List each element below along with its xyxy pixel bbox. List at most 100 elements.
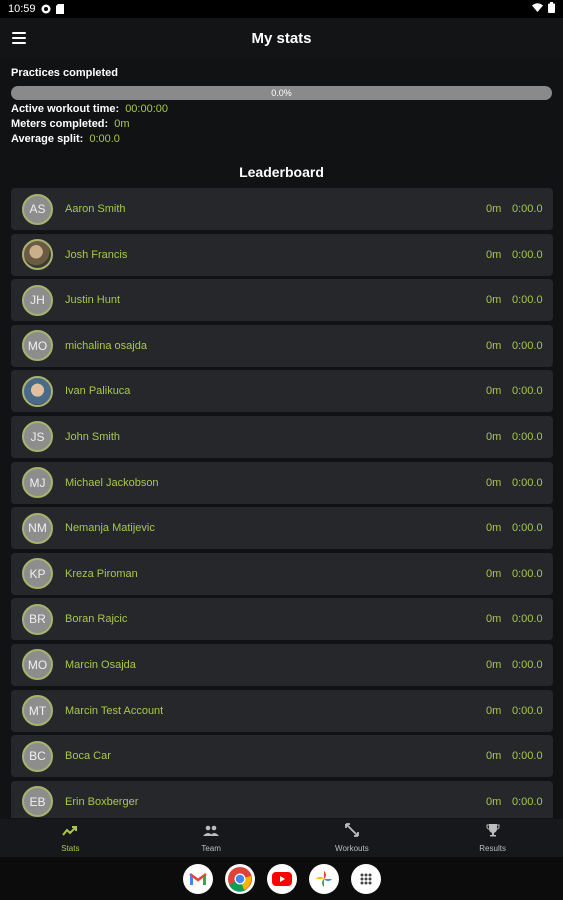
athlete-split: 0:00.0 (512, 750, 543, 763)
athlete-split: 0:00.0 (512, 203, 543, 215)
people-icon (203, 824, 220, 842)
avatar: KP (22, 558, 53, 590)
athlete-meters: 0m (486, 430, 502, 443)
youtube-icon[interactable] (266, 863, 297, 894)
leaderboard-row[interactable]: Josh Francis 0m 0:00.0 (11, 233, 553, 276)
nav-item-team[interactable]: Team (141, 819, 282, 857)
page-title: My stats (251, 29, 312, 47)
athlete-meters: 0m (486, 567, 502, 580)
meters-value: 0m (114, 118, 130, 130)
avg-split-label: Average split: (11, 133, 84, 145)
nav-item-stats[interactable]: Stats (0, 819, 141, 857)
leaderboard-row[interactable]: MO Marcin Osajda 0m 0:00.0 (11, 643, 553, 686)
avatar: EB (22, 786, 53, 818)
leaderboard-row[interactable]: Ivan Palikuca 0m 0:00.0 (11, 370, 553, 413)
chrome-icon[interactable] (224, 863, 255, 894)
athlete-split: 0:00.0 (512, 385, 543, 398)
athlete-name: Marcin Test Account (65, 704, 164, 717)
active-time-stat: Active workout time: 00:00:00 (11, 103, 552, 115)
progress-text: 0.0% (271, 88, 292, 98)
athlete-meters: 0m (486, 658, 502, 671)
athlete-name: Justin Hunt (65, 294, 121, 307)
nav-item-label: Stats (61, 843, 80, 853)
avatar: BR (22, 603, 53, 635)
avatar (22, 375, 53, 407)
avg-split-value: 0:00.0 (89, 133, 120, 145)
bottom-navigation: Stats Team Workouts Results (0, 819, 563, 857)
athlete-name: Erin Boxberger (65, 795, 139, 808)
trophy-icon (486, 823, 500, 842)
active-time-value: 00:00:00 (125, 103, 169, 115)
athlete-split: 0:00.0 (512, 522, 543, 535)
menu-icon[interactable] (12, 29, 30, 47)
avatar: JH (22, 284, 53, 316)
athlete-split: 0:00.0 (512, 339, 543, 352)
nav-item-label: Team (201, 843, 221, 853)
meters-label: Meters completed: (11, 118, 109, 130)
leaderboard-row[interactable]: MO michalina osajda 0m 0:00.0 (11, 324, 553, 367)
status-time: 10:59 (8, 3, 36, 15)
nav-item-workouts[interactable]: Workouts (282, 819, 423, 857)
battery-icon (548, 2, 555, 16)
athlete-split: 0:00.0 (512, 795, 543, 808)
athlete-name: Boran Rajcic (65, 613, 128, 626)
athlete-split: 0:00.0 (512, 567, 543, 580)
wifi-icon (532, 3, 543, 15)
athlete-name: John Smith (65, 430, 121, 443)
system-dock (0, 857, 563, 900)
avatar: MO (22, 649, 53, 681)
practices-label: Practices completed (11, 67, 118, 79)
practices-progress-bar: 0.0% (11, 86, 552, 100)
leaderboard-row[interactable]: BC Boca Car 0m 0:00.0 (11, 735, 553, 778)
meters-stat: Meters completed: 0m (11, 118, 552, 130)
leaderboard-row[interactable]: KP Kreza Piroman 0m 0:00.0 (11, 552, 553, 595)
athlete-meters: 0m (486, 750, 502, 763)
photos-icon[interactable] (308, 863, 339, 894)
athlete-name: Josh Francis (65, 248, 128, 261)
athlete-split: 0:00.0 (512, 476, 543, 489)
avatar (22, 239, 53, 271)
avatar: MJ (22, 467, 53, 499)
nav-item-label: Results (479, 844, 506, 853)
leaderboard-row[interactable]: NM Nemanja Matijevic 0m 0:00.0 (11, 507, 553, 550)
app-drawer-icon[interactable] (350, 863, 381, 894)
athlete-split: 0:00.0 (512, 658, 543, 671)
leaderboard-list[interactable]: AS Aaron Smith 0m 0:00.0 Josh Francis 0m 0:00.… (11, 188, 553, 818)
athlete-split: 0:00.0 (512, 248, 543, 261)
app-bar: My stats (0, 18, 563, 58)
athlete-split: 0:00.0 (512, 704, 543, 717)
athlete-split: 0:00.0 (512, 430, 543, 443)
athlete-meters: 0m (486, 476, 502, 489)
nav-item-results[interactable]: Results (422, 819, 563, 857)
leaderboard-row[interactable]: JS John Smith 0m 0:00.0 (11, 415, 553, 458)
avatar: MO (22, 330, 53, 362)
athlete-name: michalina osajda (65, 339, 147, 352)
stats-summary: Practices completed 0.0% Active workout … (11, 67, 552, 145)
athlete-name: Ivan Palikuca (65, 385, 131, 398)
expand-arrows-icon (344, 823, 359, 842)
leaderboard-row[interactable]: MT Marcin Test Account 0m 0:00.0 (11, 689, 553, 732)
gmail-icon[interactable] (182, 863, 213, 894)
trending-up-icon (62, 824, 78, 842)
athlete-meters: 0m (486, 294, 502, 307)
athlete-meters: 0m (486, 613, 502, 626)
athlete-meters: 0m (486, 339, 502, 352)
leaderboard-row[interactable]: MJ Michael Jackobson 0m 0:00.0 (11, 461, 553, 504)
athlete-meters: 0m (486, 203, 502, 215)
nav-item-label: Workouts (335, 844, 369, 853)
athlete-meters: 0m (486, 522, 502, 535)
leaderboard-row[interactable]: EB Erin Boxberger 0m 0:00.0 (11, 780, 553, 818)
avg-split-stat: Average split: 0:00.0 (11, 133, 552, 145)
leaderboard-row[interactable]: AS Aaron Smith 0m 0:00.0 (11, 188, 553, 230)
status-bar: 10:59 (0, 0, 563, 18)
sim-card-icon (55, 4, 66, 14)
leaderboard-row[interactable]: JH Justin Hunt 0m 0:00.0 (11, 279, 553, 322)
avatar: NM (22, 512, 53, 544)
athlete-split: 0:00.0 (512, 613, 543, 626)
athlete-name: Kreza Piroman (65, 567, 138, 580)
leaderboard-row[interactable]: BR Boran Rajcic 0m 0:00.0 (11, 598, 553, 641)
athlete-meters: 0m (486, 385, 502, 398)
athlete-meters: 0m (486, 248, 502, 261)
avatar: BC (22, 740, 53, 772)
athlete-meters: 0m (486, 704, 502, 717)
